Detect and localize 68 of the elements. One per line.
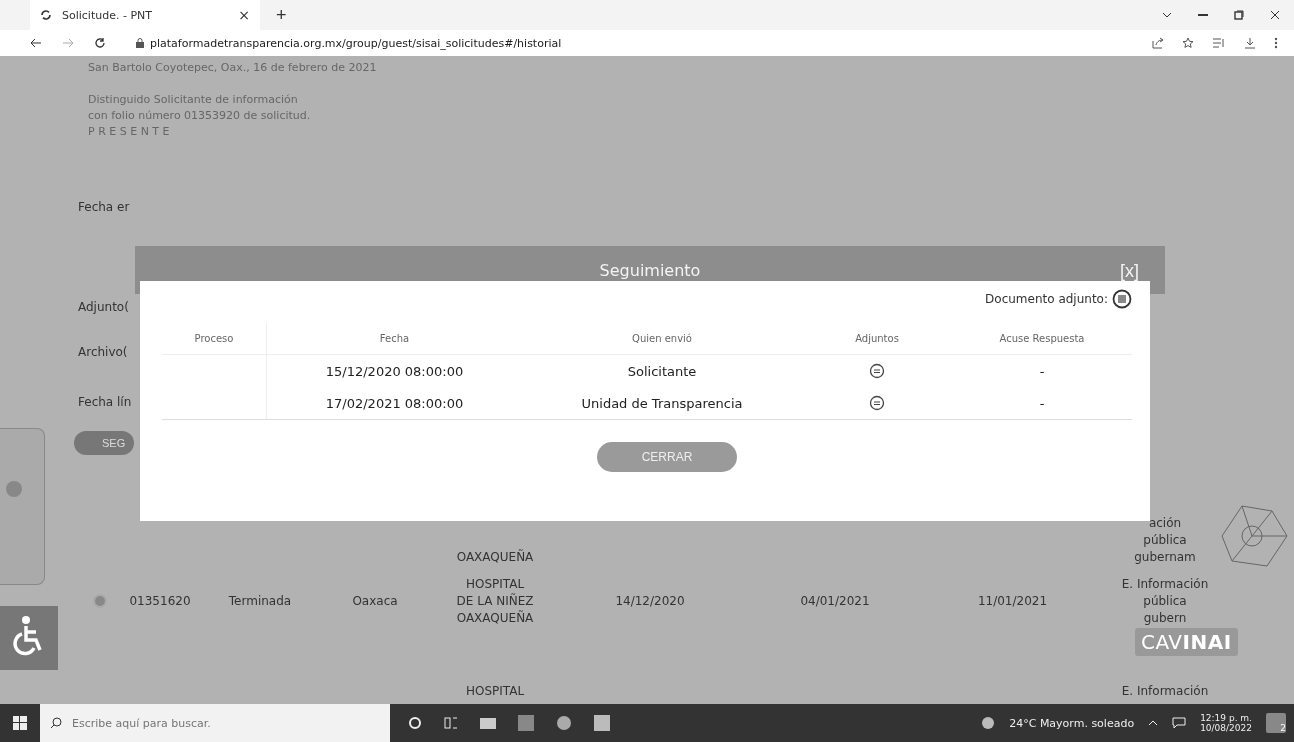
letter-line: P R E S E N T E	[88, 125, 170, 138]
form-label: Archivo(	[78, 345, 128, 359]
chevron-up-icon[interactable]	[1148, 720, 1159, 726]
more-icon[interactable]	[1274, 37, 1278, 49]
institution-cell-text: HOSPITAL DE LA NIÑEZ OAXAQUEÑA	[455, 575, 535, 627]
radio-icon[interactable]	[93, 594, 107, 608]
form-label: Fecha er	[78, 200, 130, 214]
date-cell: 17/02/2021 08:00:00	[325, 395, 464, 411]
status-cell-text: Terminada	[227, 594, 293, 608]
column-header: Acuse Respuesta	[952, 323, 1132, 355]
letter-line: con folio número 01353920 de solicitud.	[88, 109, 311, 122]
date-cell-text: 14/12/2020	[614, 594, 686, 608]
column-header: Fecha	[267, 323, 522, 355]
lock-icon	[136, 38, 144, 48]
sender-cell: Unidad de Transparencia	[581, 395, 743, 411]
state-cell-text: Oaxaca	[351, 594, 399, 608]
search-input[interactable]: Escribe aquí para buscar.	[70, 715, 354, 731]
date-cell-text: 04/01/2021	[799, 594, 871, 608]
site-icon	[40, 9, 52, 21]
taskbar-search-field[interactable]: Escribe aquí para buscar.	[40, 704, 390, 742]
attachment-label: Documento adjunto:	[985, 292, 1108, 306]
back-icon[interactable]	[30, 38, 42, 48]
tab-close-button[interactable]: ×	[238, 7, 250, 23]
form-label: Adjunto(	[78, 300, 129, 314]
type-cell-text: E. Información	[1120, 683, 1210, 700]
folder-icon[interactable]	[480, 716, 496, 730]
form-label: Fecha lín	[78, 395, 132, 409]
search-icon	[50, 717, 62, 729]
browser-icon[interactable]	[556, 715, 572, 731]
letter-line: San Bartolo Coyotepec, Oax., 16 de febrero de 2021	[88, 61, 377, 74]
column-header: Proceso	[162, 323, 267, 355]
notification-button[interactable]: 2	[1266, 713, 1286, 733]
circle-icon[interactable]	[408, 716, 422, 730]
windows-logo-icon[interactable]	[13, 716, 27, 730]
accessibility-button[interactable]	[0, 606, 58, 670]
letter-line: Distinguido Solicitante de información	[88, 93, 298, 106]
weather-icon	[981, 716, 996, 730]
download-icon[interactable]	[1244, 37, 1256, 49]
attachment-icon[interactable]	[869, 395, 885, 411]
weather-text[interactable]: 24°C Mayorm. soleado	[1009, 716, 1135, 730]
date-cell-text: 11/01/2021	[976, 594, 1049, 608]
star-icon[interactable]	[1182, 37, 1194, 49]
document-icon[interactable]	[1112, 289, 1132, 309]
attachment-icon[interactable]	[869, 363, 885, 379]
browser-tab[interactable]: Solicitude. - PNT ×	[30, 0, 260, 30]
folio-cell-text: 01351620	[128, 594, 192, 608]
task-view-icon[interactable]	[444, 716, 458, 730]
response-cell: -	[1039, 363, 1045, 379]
modal-title: Seguimiento	[599, 260, 701, 280]
institution-cell-text: OAXAQUEÑA	[455, 549, 535, 566]
share-icon[interactable]	[1152, 37, 1164, 49]
side-handle[interactable]	[0, 428, 45, 585]
reload-icon[interactable]	[94, 37, 106, 49]
chevron-down-icon[interactable]	[1162, 12, 1172, 18]
column-header: Quien envió	[522, 323, 802, 355]
chat-icon[interactable]	[1172, 717, 1187, 729]
new-tab-button[interactable]: +	[272, 4, 291, 26]
close-icon[interactable]	[1270, 10, 1280, 20]
address-bar[interactable]: plataformadetransparencia.org.mx/group/guest/sisai_solicitudes#/historial	[136, 36, 1132, 50]
type-cell-text: E. Información pública gubern	[1120, 575, 1210, 627]
sender-cell: Solicitante	[627, 363, 697, 379]
type-cell-text: ación pública gubernam	[1133, 515, 1197, 566]
date-cell: 15/12/2020 08:00:00	[325, 363, 464, 379]
restore-icon[interactable]	[1234, 10, 1244, 20]
column-header: Adjuntos	[802, 323, 952, 355]
clock[interactable]: 12:19 p. m. 10/08/2022	[1200, 713, 1252, 733]
response-cell: -	[1039, 395, 1045, 411]
institution-cell-text: HOSPITAL	[464, 683, 526, 700]
